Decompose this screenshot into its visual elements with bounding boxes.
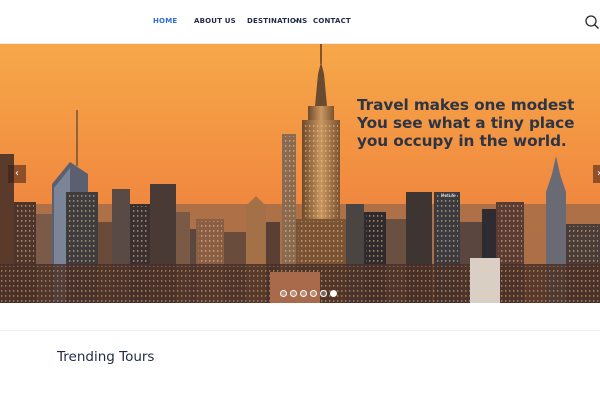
building-sign: MetLife [441,193,456,198]
slider-dot-active[interactable] [330,290,337,297]
slider-dot[interactable] [280,290,287,297]
slider-next-button[interactable]: › [593,165,600,183]
search-icon[interactable] [584,14,600,30]
slider-dot[interactable] [320,290,327,297]
chevron-left-icon: ‹ [15,168,19,179]
slider-dot[interactable] [310,290,317,297]
slider-prev-button[interactable]: ‹ [8,165,26,183]
chevron-down-icon[interactable] [293,17,300,24]
city-skyline-image: MetLife [0,44,600,303]
nav-about-us[interactable]: ABOUT US [194,17,236,25]
slider-dot[interactable] [300,290,307,297]
hero-caption: Travel makes one modest You see what a t… [357,96,597,150]
hero-caption-line: Travel makes one modest [357,96,575,114]
nav-contact[interactable]: CONTACT [313,17,351,25]
hero-slider: MetLife Travel makes one modest You see … [0,44,600,303]
section-divider [0,330,600,331]
slider-dot[interactable] [290,290,297,297]
hero-caption-line: you occupy in the world. [357,132,567,150]
top-navbar: HOME ABOUT US DESTINATIONS CONTACT [0,0,600,44]
hero-caption-line: You see what a tiny place [357,114,575,132]
nav-home[interactable]: HOME [153,17,177,25]
trending-tours-heading: Trending Tours [57,349,155,365]
